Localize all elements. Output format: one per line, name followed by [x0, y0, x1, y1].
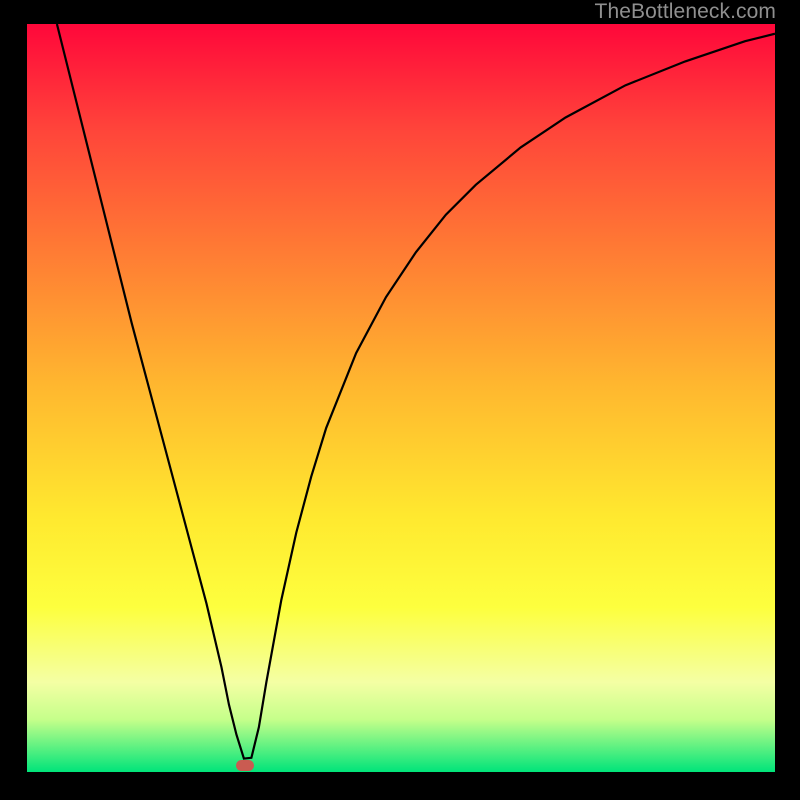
plot-area [27, 24, 775, 772]
bottleneck-curve [27, 24, 775, 772]
optimal-marker [236, 760, 254, 771]
watermark: TheBottleneck.com [595, 0, 776, 24]
chart-frame: TheBottleneck.com [0, 0, 800, 800]
